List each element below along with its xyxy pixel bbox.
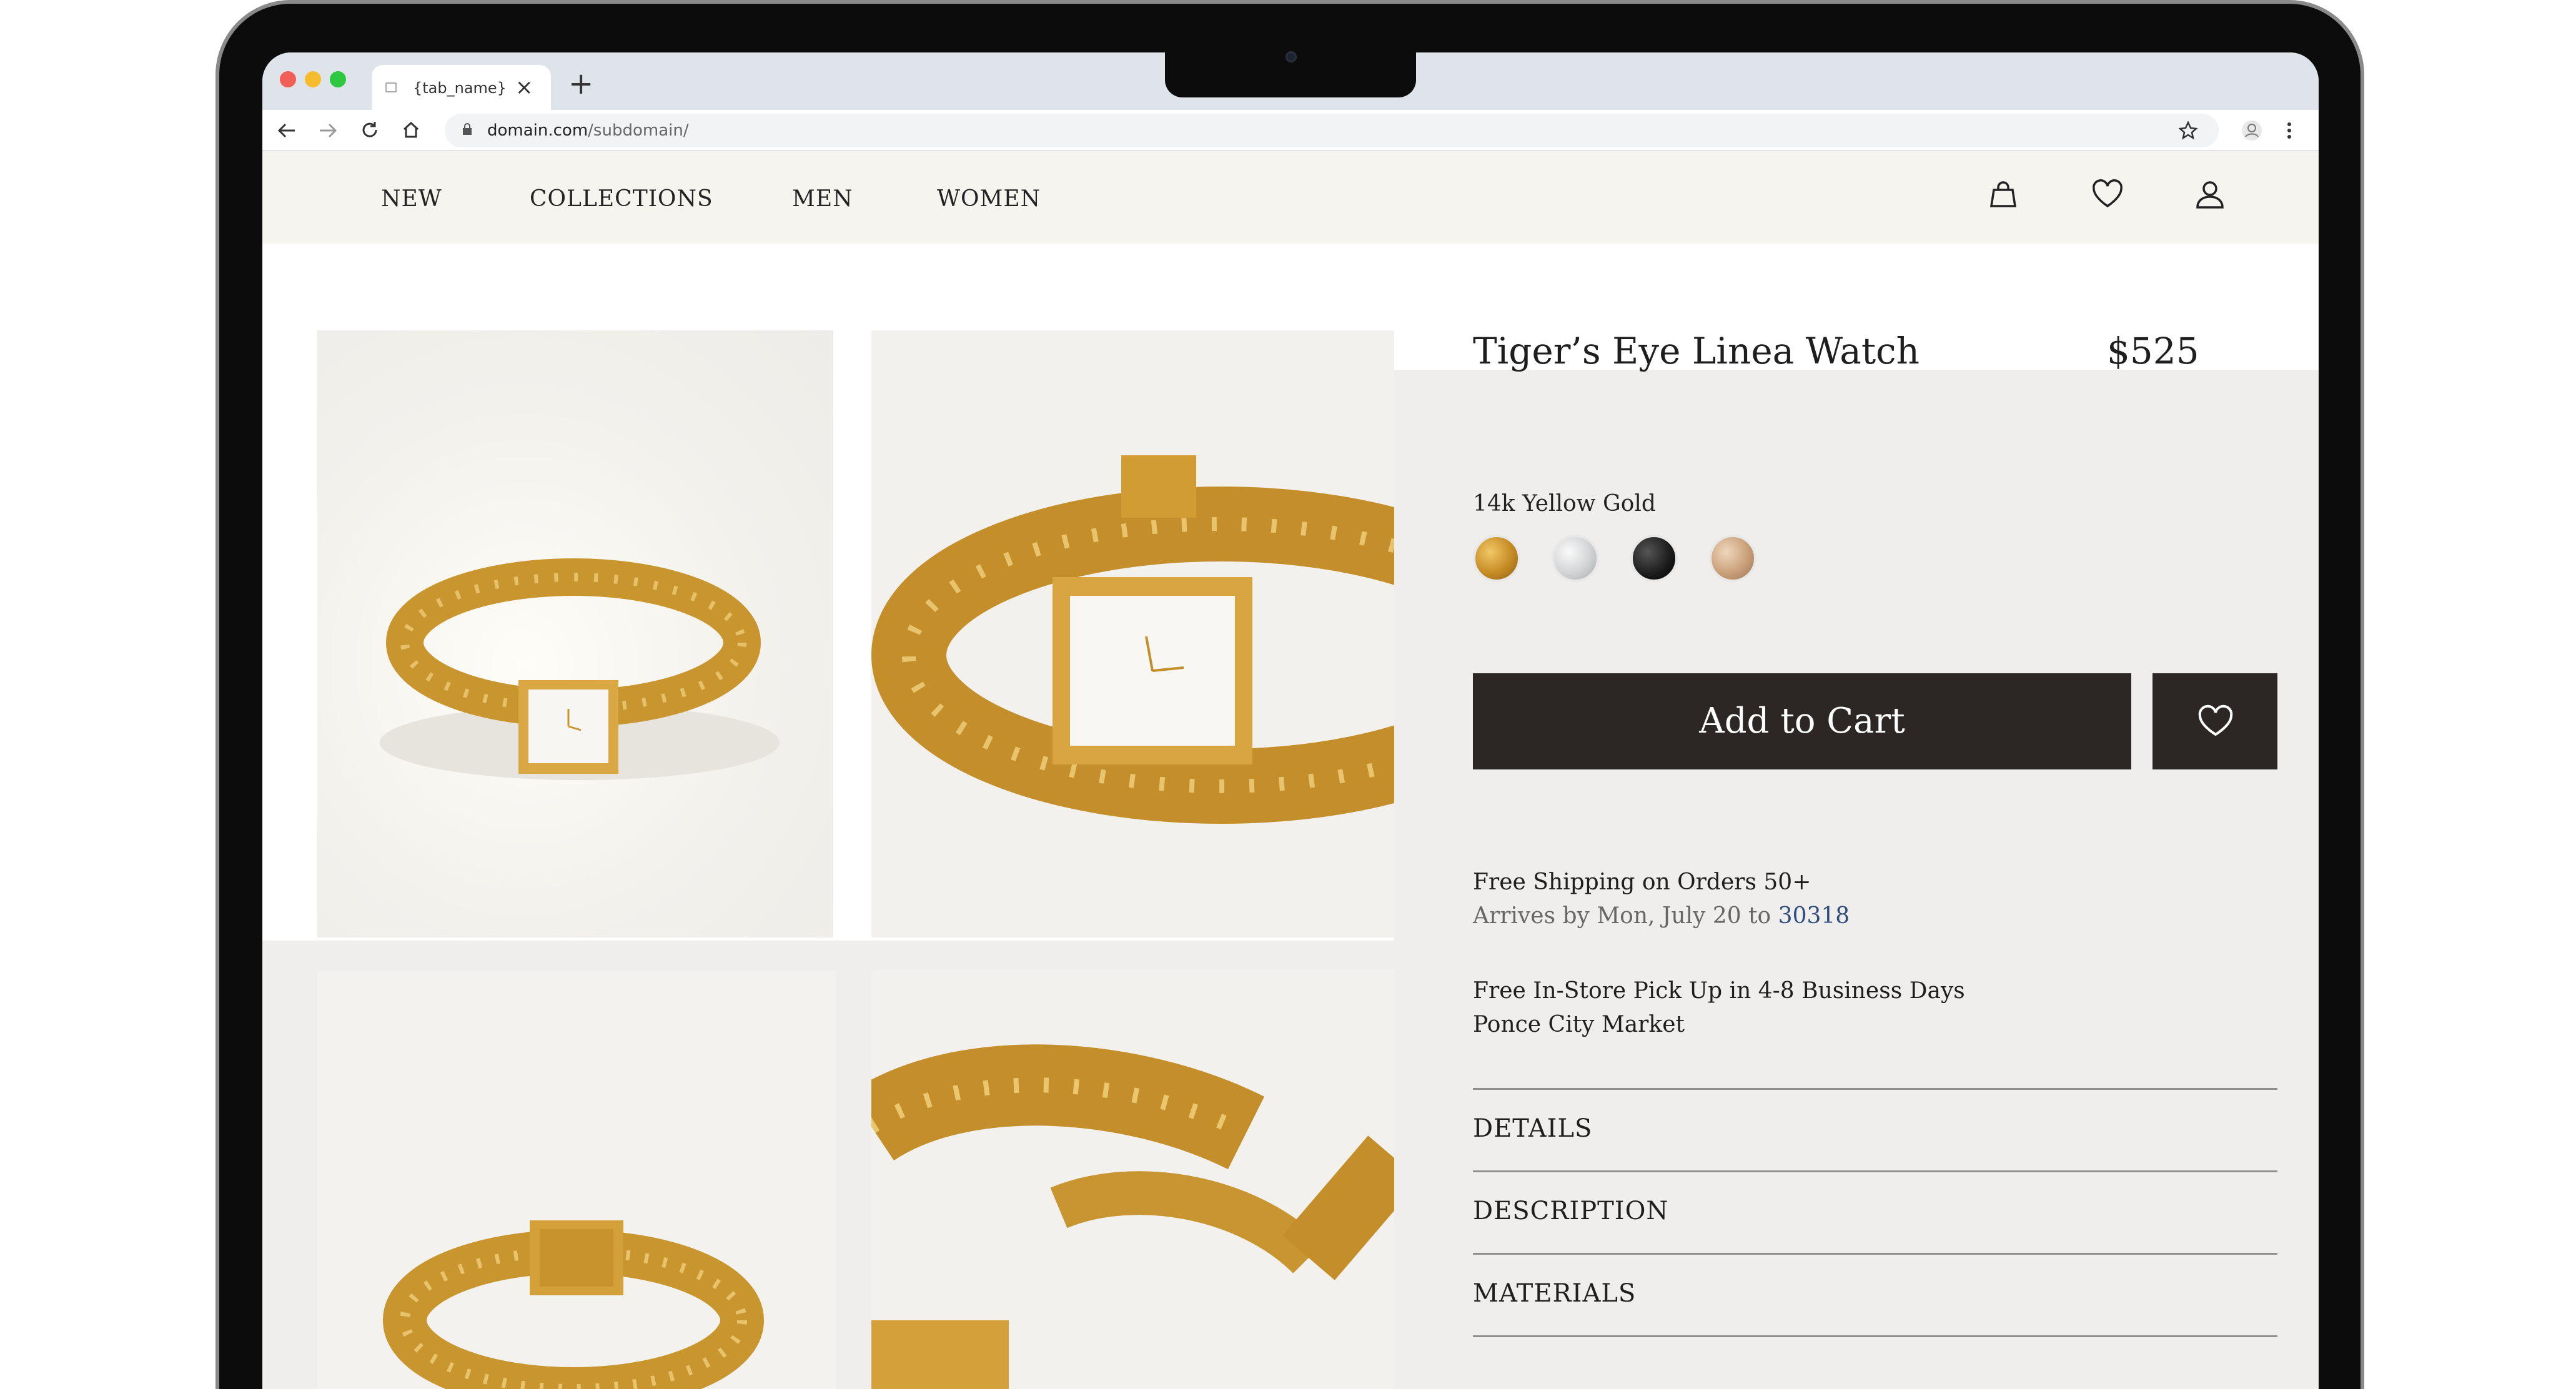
product-photo-3[interactable] [317,971,836,1389]
arrival-text: Arrives by Mon, July 20 to [1473,903,1778,929]
swatch-yellow-gold[interactable] [1473,535,1520,582]
swatch-rose-gold[interactable] [1709,535,1756,582]
zip-code-link[interactable]: 30318 [1778,903,1850,929]
product-photo-4[interactable] [871,971,1394,1389]
product-title: Tiger’s Eye Linea Watch [1473,330,1920,372]
maximize-window-button[interactable] [330,71,346,87]
pickup-info-title: Free In-Store Pick Up in 4-8 Business Da… [1473,978,1965,1004]
new-tab-button[interactable]: + [568,66,593,101]
watch-front-image [380,558,780,780]
add-to-cart-button[interactable]: Add to Cart [1473,673,2131,769]
divider [1473,1170,2277,1172]
back-arrow-icon[interactable] [276,121,297,140]
variant-label: 14k Yellow Gold [1473,491,1656,517]
nav-link-new[interactable]: NEW [381,186,442,212]
shopping-bag-icon[interactable] [1988,179,2019,210]
url-field[interactable]: domain.com/subdomain/ [445,114,2219,147]
reload-icon[interactable] [360,120,380,140]
home-icon[interactable] [401,120,421,140]
shipping-info-title: Free Shipping on Orders 50+ [1473,869,1811,895]
tab-close-icon[interactable]: × [515,75,533,100]
url-text: domain.com/subdomain/ [487,121,689,140]
divider [1473,1335,2277,1337]
nav-link-women[interactable]: WOMEN [937,186,1041,212]
accordion-materials[interactable]: MATERIALS [1473,1279,1636,1308]
lock-icon [463,123,472,135]
divider [1473,1088,2277,1090]
user-account-icon[interactable] [2194,179,2226,211]
more-menu-icon[interactable] [2286,121,2292,140]
browser-tab[interactable]: {tab_name} × [372,65,551,110]
watch-closeup-image [871,455,1394,824]
swatch-silver[interactable] [1552,535,1599,582]
close-window-button[interactable] [280,71,296,87]
add-to-wishlist-button[interactable] [2152,673,2277,769]
accordion-description[interactable]: DESCRIPTION [1473,1197,1668,1225]
nav-link-collections[interactable]: COLLECTIONS [530,186,713,212]
heart-icon [2198,704,2233,736]
watch-back-image [383,1220,764,1389]
heart-icon[interactable] [2090,179,2125,210]
site-header: NEW COLLECTIONS MEN WOMEN [262,151,2319,244]
accordion-details[interactable]: DETAILS [1473,1114,1592,1143]
product-price: $525 [2107,330,2199,372]
address-bar-row: domain.com/subdomain/ [262,110,2319,151]
minimize-window-button[interactable] [305,71,321,87]
forward-arrow-icon[interactable] [317,121,339,140]
swatch-black[interactable] [1630,535,1678,582]
store-location-link[interactable]: Ponce City Market [1473,1012,1685,1037]
webcam-icon [1286,51,1297,62]
url-domain: domain.com [487,121,588,140]
browser-window: {tab_name} × + domain.com/subdomain/ NEW… [262,52,2319,1389]
divider [1473,1253,2277,1255]
product-photo-1[interactable] [317,330,833,937]
url-path: /subdomain/ [588,121,689,140]
page-favicon-icon [385,82,397,92]
profile-avatar-icon[interactable] [2241,120,2262,141]
product-photo-2[interactable] [871,330,1394,937]
nav-link-men[interactable]: MEN [792,186,853,212]
tab-title: {tab_name} [413,79,507,97]
delivery-estimate: Arrives by Mon, July 20 to 30318 [1473,903,1850,929]
bookmark-star-icon[interactable] [2179,121,2197,140]
watch-clasp-image [871,1044,1394,1389]
